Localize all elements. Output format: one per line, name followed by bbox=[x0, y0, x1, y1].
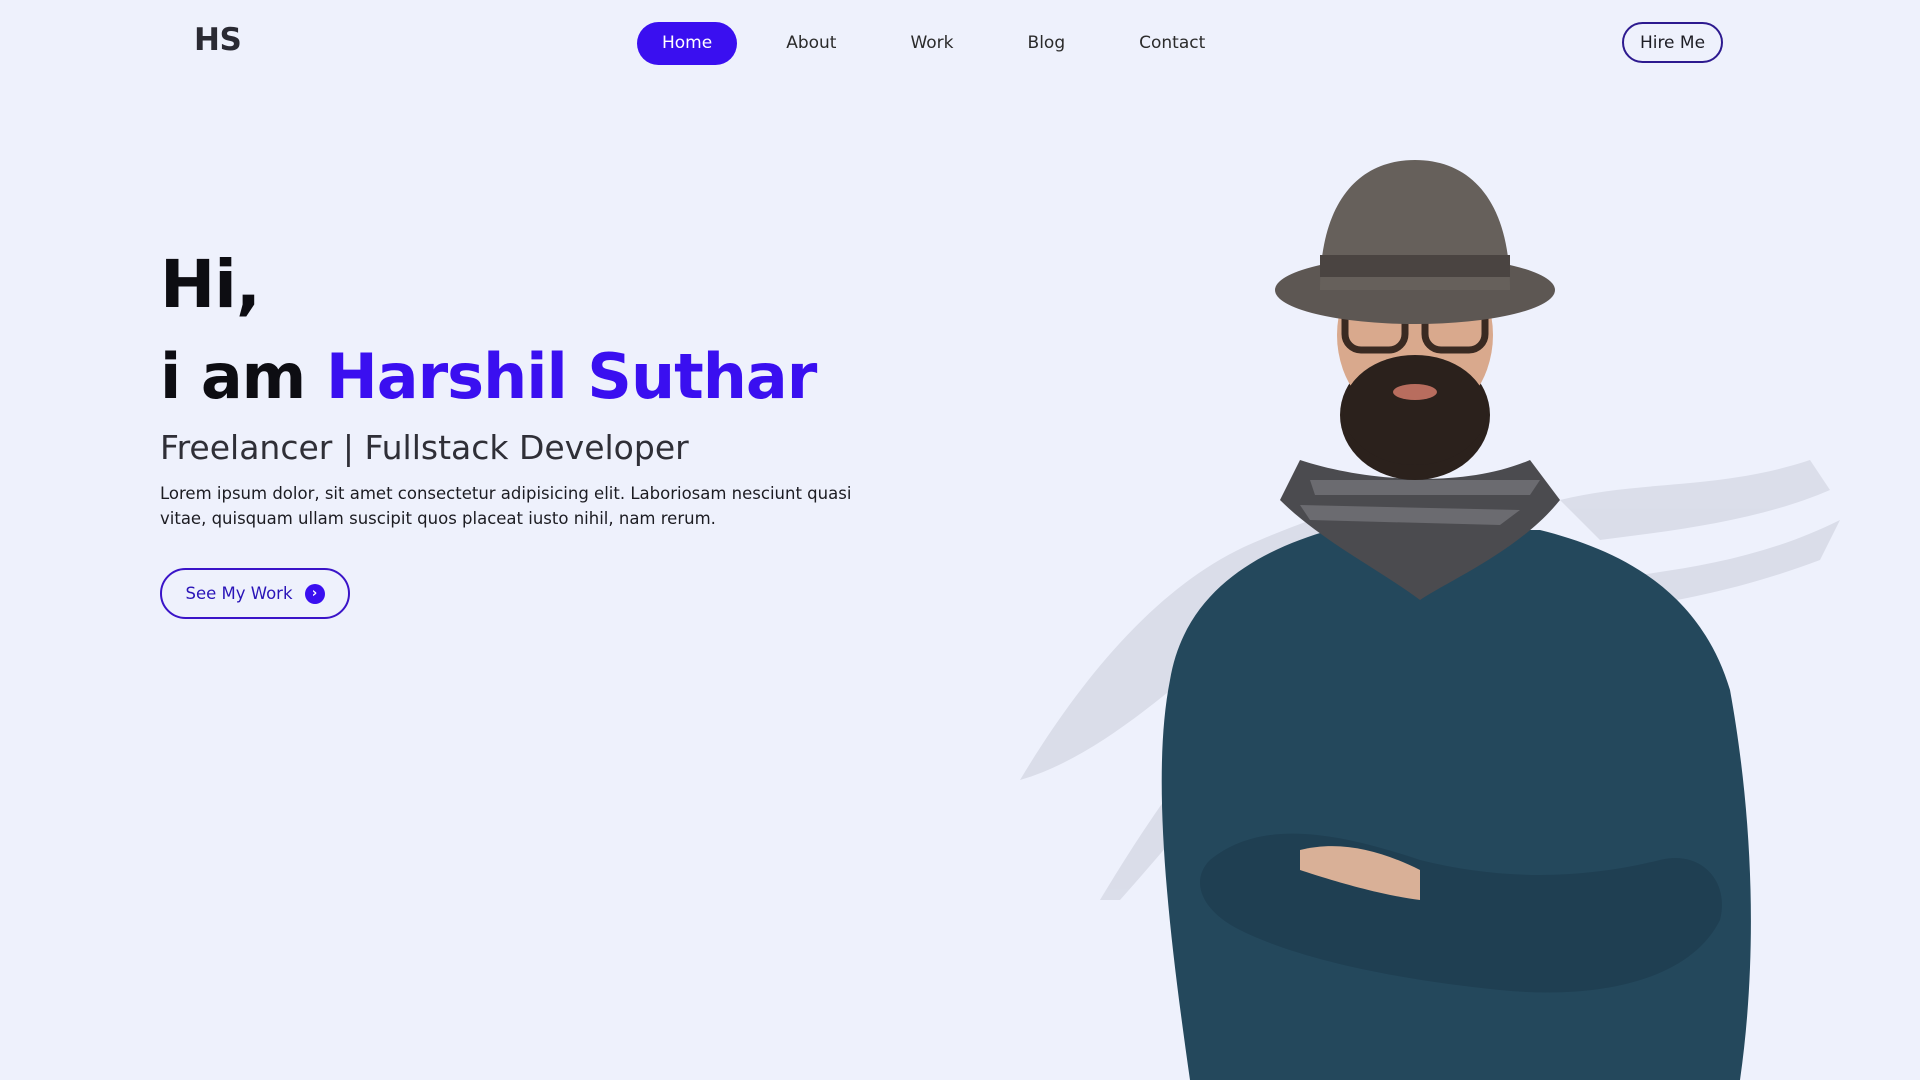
hero-section: Hi, i am Harshil Suthar Freelancer | Ful… bbox=[160, 252, 900, 619]
hire-me-button[interactable]: Hire Me bbox=[1622, 22, 1723, 63]
hero-intro: i am bbox=[160, 340, 306, 413]
nav-about[interactable]: About bbox=[761, 22, 861, 65]
chevron-right-circle-icon: › bbox=[304, 583, 325, 604]
hero-headline: i am Harshil Suthar bbox=[160, 346, 900, 408]
hero-role: Freelancer | Fullstack Developer bbox=[160, 428, 689, 467]
see-my-work-button[interactable]: See My Work › bbox=[160, 568, 350, 619]
see-my-work-label: See My Work bbox=[185, 584, 293, 603]
hero-name: Harshil Suthar bbox=[325, 340, 817, 413]
main-nav: Home About Work Blog Contact bbox=[637, 22, 1254, 65]
nav-blog[interactable]: Blog bbox=[1003, 22, 1091, 65]
site-logo[interactable]: HS bbox=[194, 22, 242, 58]
hero-description: Lorem ipsum dolor, sit amet consectetur … bbox=[160, 484, 852, 528]
sweater bbox=[1161, 530, 1751, 1080]
portrait-image bbox=[1020, 160, 1840, 1080]
nav-contact[interactable]: Contact bbox=[1114, 22, 1230, 65]
hero-greeting: Hi, bbox=[160, 246, 261, 323]
nav-work[interactable]: Work bbox=[885, 22, 978, 65]
nav-home[interactable]: Home bbox=[637, 22, 738, 65]
hat bbox=[1275, 160, 1555, 324]
